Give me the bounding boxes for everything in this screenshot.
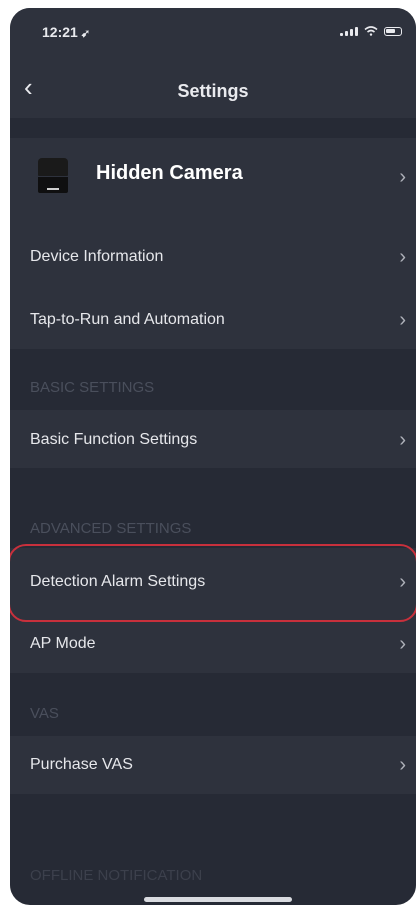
row-device-information[interactable]: Device Information › [10,218,416,294]
chevron-right-icon: › [399,571,406,593]
row-purchase-vas[interactable]: Purchase VAS › [10,736,416,794]
status-time: 12:21 ➹ [42,24,90,40]
navigation-bar: ‹ Settings [10,56,416,118]
row-label: Device Information [30,248,164,265]
section-header-vas: VAS [30,705,59,722]
wifi-icon [364,26,378,36]
row-detection-alarm-settings[interactable]: Detection Alarm Settings › [10,548,416,618]
row-basic-function-settings[interactable]: Basic Function Settings › [10,410,416,468]
device-header-row[interactable]: Hidden Camera › [10,138,416,218]
row-label: AP Mode [30,635,96,652]
signal-icon [340,27,358,36]
section-header-advanced: ADVANCED SETTINGS [30,520,192,537]
home-indicator [144,897,292,902]
chevron-right-icon: › [399,633,406,655]
chevron-right-icon: › [399,754,406,776]
chevron-right-icon: › [399,166,406,188]
row-label: Basic Function Settings [30,431,198,448]
status-icons [340,26,402,36]
row-label: Detection Alarm Settings [30,573,206,590]
camera-icon [38,158,68,196]
device-name: Hidden Camera [96,162,243,184]
chevron-right-icon: › [399,246,406,268]
time-text: 12:21 [42,24,78,40]
chevron-right-icon: › [399,429,406,451]
row-ap-mode[interactable]: AP Mode › [10,618,416,673]
row-label: Purchase VAS [30,756,133,773]
row-label: Tap-to-Run and Automation [30,311,225,328]
battery-icon [384,27,402,36]
section-header-offline: OFFLINE NOTIFICATION [30,867,203,884]
row-tap-to-run[interactable]: Tap-to-Run and Automation › [10,294,416,349]
status-bar: 12:21 ➹ [10,8,416,56]
phone-screen: 12:21 ➹ ‹ Settings Hidden Camera › Device… [10,8,416,905]
page-title: Settings [177,81,249,101]
chevron-right-icon: › [399,309,406,331]
section-header-basic: BASIC SETTINGS [30,379,155,396]
location-icon: ➹ [80,28,91,40]
